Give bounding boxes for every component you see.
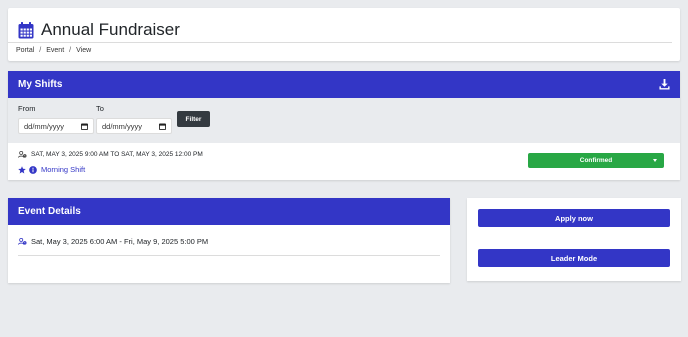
download-icon[interactable] [659, 79, 670, 90]
calendar-icon [18, 21, 34, 38]
filter-button[interactable]: Filter [177, 111, 210, 127]
to-date-input[interactable]: dd/mm/yyyy [96, 118, 172, 134]
to-date-placeholder: dd/mm/yyyy [102, 121, 143, 131]
event-date-text: Sat, May 3, 2025 6:00 AM - Fri, May 9, 2… [31, 237, 209, 246]
apply-now-button[interactable]: Apply now [478, 209, 670, 227]
from-date-input[interactable]: dd/mm/yyyy [18, 118, 94, 134]
event-details-panel: Event Details Sat, May 3, 2025 6:00 AM -… [8, 198, 450, 283]
calendar-icon [159, 122, 166, 130]
from-label: From [18, 104, 36, 113]
breadcrumb: Portal / Event / View [8, 43, 680, 54]
from-date-placeholder: dd/mm/yyyy [24, 121, 65, 131]
my-shifts-title: My Shifts [18, 79, 63, 90]
to-label: To [96, 104, 104, 113]
breadcrumb-event[interactable]: Event [46, 47, 64, 54]
info-icon[interactable] [29, 165, 37, 174]
shift-name-link[interactable]: Morning Shift [41, 165, 85, 174]
event-details-header: Event Details [8, 198, 450, 225]
shift-time: SAT, MAY 3, 2025 9:00 AM TO SAT, MAY 3, … [18, 151, 203, 158]
page-title: Annual Fundraiser [41, 20, 180, 39]
star-icon [18, 165, 26, 173]
leader-mode-button[interactable]: Leader Mode [478, 249, 670, 267]
shift-time-text: SAT, MAY 3, 2025 9:00 AM TO SAT, MAY 3, … [31, 151, 203, 158]
shift-status-dropdown[interactable]: Confirmed [528, 153, 664, 168]
user-clock-icon [18, 238, 27, 245]
breadcrumb-view: View [76, 47, 92, 54]
shift-status-label: Confirmed [579, 157, 613, 164]
calendar-icon [81, 122, 88, 130]
chevron-down-icon [653, 159, 657, 162]
actions-panel: Apply now Leader Mode [467, 198, 681, 281]
event-details-title: Event Details [18, 206, 81, 217]
breadcrumb-portal[interactable]: Portal [16, 47, 34, 54]
my-shifts-panel: My Shifts From To dd/mm/yyyy dd/mm/yyyy … [8, 71, 680, 180]
shift-filter-bar: From To dd/mm/yyyy dd/mm/yyyy Filter [8, 98, 680, 143]
page-header-card: Annual Fundraiser Portal / Event / View [8, 8, 680, 61]
event-date-range: Sat, May 3, 2025 6:00 AM - Fri, May 9, 2… [18, 237, 440, 256]
breadcrumb-separator: / [69, 47, 72, 54]
breadcrumb-separator: / [39, 47, 42, 54]
title-row: Annual Fundraiser [8, 8, 672, 43]
shift-row: SAT, MAY 3, 2025 9:00 AM TO SAT, MAY 3, … [8, 143, 680, 180]
user-clock-icon [18, 151, 27, 158]
shift-name: Morning Shift [18, 165, 85, 174]
event-details-body: Sat, May 3, 2025 6:00 AM - Fri, May 9, 2… [8, 225, 450, 256]
my-shifts-header: My Shifts [8, 71, 680, 98]
